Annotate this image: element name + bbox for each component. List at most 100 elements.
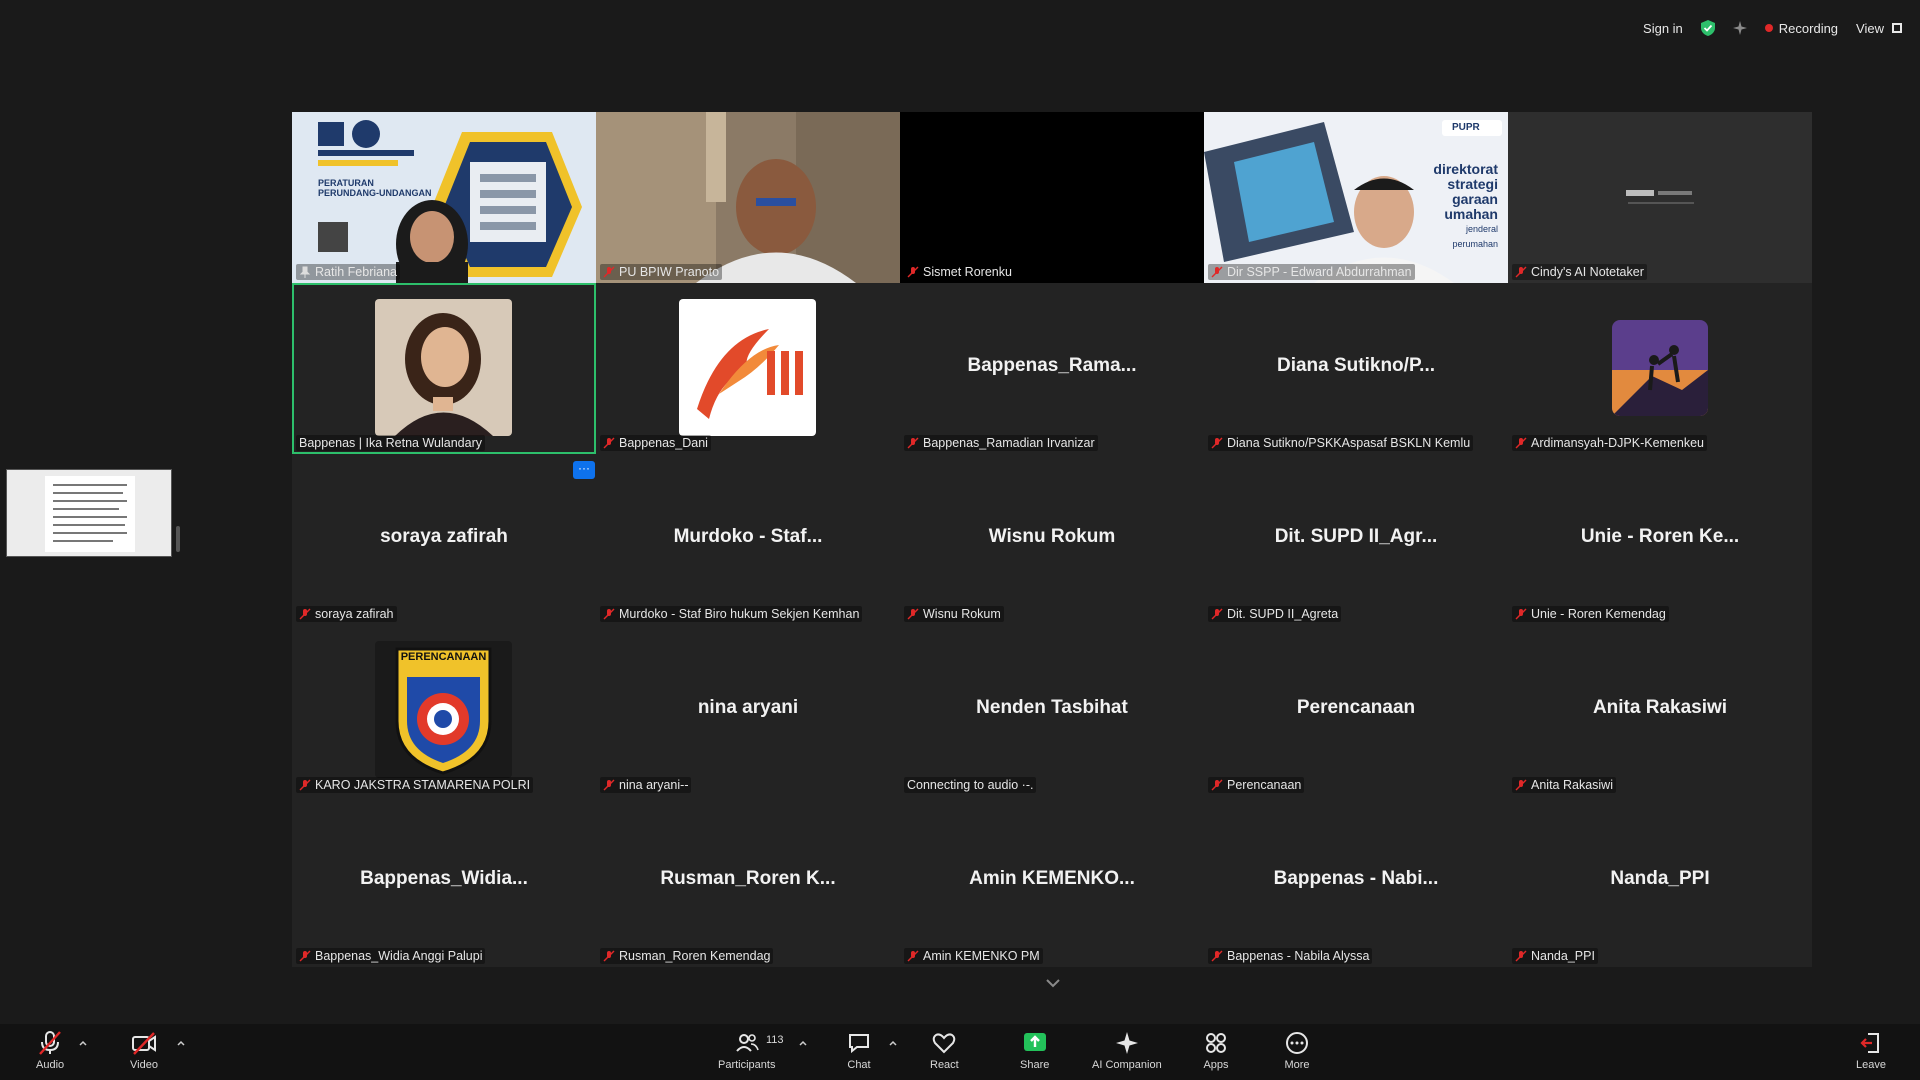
mic-muted-icon (1211, 950, 1223, 962)
pupr-badge: PUPR (1452, 122, 1480, 133)
participant-name: Cindy's AI Notetaker (1531, 265, 1644, 279)
participant-tile[interactable]: Ardimansyah-DJPK-Kemenkeu (1508, 283, 1812, 454)
participant-label: Murdoko - Staf Biro hukum Sekjen Kemhan (600, 606, 863, 622)
mic-muted-icon (1515, 266, 1527, 278)
meeting-toolbar: Audio Video Participants 113 Chat React … (0, 1024, 1920, 1080)
document-page (45, 476, 135, 552)
participant-name: soraya zafirah (315, 607, 394, 621)
mic-muted-icon (1211, 779, 1223, 791)
participant-name: Bappenas | Ika Retna Wulandary (299, 436, 482, 450)
pupr-line-6: perumahan (1452, 239, 1498, 249)
participant-tile[interactable]: Unie - Roren Ke... Unie - Roren Kemendag (1508, 454, 1812, 625)
mic-muted-icon (1515, 608, 1527, 620)
participant-tile[interactable]: PUPR direktorat strategi garaan umahan j… (1204, 112, 1508, 283)
participant-tile[interactable]: PERENCANAAN KARO JAKSTRA STAMARENA POLRI (292, 625, 596, 796)
react-label: React (930, 1059, 959, 1071)
participant-tile[interactable]: Sismet Rorenku (900, 112, 1204, 283)
audio-button[interactable]: Audio (36, 1030, 64, 1078)
sparkle-icon[interactable] (1732, 21, 1747, 35)
participant-tile[interactable]: Perencanaan Perencanaan (1204, 625, 1508, 796)
sign-in-link[interactable]: Sign in (1643, 21, 1683, 36)
slide-heading: PERATURAN PERUNDANG-UNDANGAN (318, 178, 432, 198)
chevron-up-icon[interactable] (78, 1038, 88, 1048)
share-label: Share (1020, 1059, 1050, 1071)
pupr-line-5: jenderal (1465, 224, 1498, 234)
participant-tile[interactable]: Nenden Tasbihat Connecting to audio ·-. (900, 625, 1204, 796)
chevron-down-icon[interactable] (1043, 976, 1063, 990)
mic-muted-icon (603, 608, 615, 620)
chevron-up-icon[interactable] (798, 1038, 808, 1048)
thumbnail-resize-handle[interactable] (176, 526, 180, 552)
recording-indicator[interactable]: Recording (1764, 20, 1839, 36)
view-button[interactable]: View (1856, 21, 1904, 36)
mic-muted-icon (1211, 608, 1223, 620)
participant-label: PU BPIW Pranoto (600, 264, 723, 280)
participant-tile[interactable]: Rusman_Roren K... Rusman_Roren Kemendag (596, 796, 900, 967)
participant-tile[interactable]: PU BPIW Pranoto (596, 112, 900, 283)
participant-tile[interactable]: Cindy's AI Notetaker (1508, 112, 1812, 283)
mic-muted-icon (907, 950, 919, 962)
share-button[interactable]: Share (1020, 1030, 1049, 1078)
mic-muted-icon (1211, 266, 1223, 278)
participant-tile-active-speaker[interactable]: Bappenas | Ika Retna Wulandary (292, 283, 596, 454)
participant-name: Perencanaan (1227, 778, 1302, 792)
more-button[interactable]: More (1284, 1030, 1310, 1078)
chevron-up-icon[interactable] (176, 1038, 186, 1048)
participant-label: Bappenas_Ramadian Irvanizar (904, 435, 1098, 451)
ai-companion-button[interactable]: AI Companion (1092, 1030, 1162, 1078)
recording-label: Recording (1778, 20, 1839, 36)
participant-label: Bappenas_Dani (600, 435, 711, 451)
participant-tile[interactable]: Dit. SUPD II_Agr... Dit. SUPD II_Agreta (1204, 454, 1508, 625)
participant-tile[interactable]: Amin KEMENKO... Amin KEMENKO PM (900, 796, 1204, 967)
participant-tile[interactable]: PERATURAN PERUNDANG-UNDANGAN Ratih Febri… (292, 112, 596, 283)
leave-icon (1860, 1033, 1879, 1053)
participant-tile[interactable]: Bappenas - Nabi... Bappenas - Nabila Aly… (1204, 796, 1508, 967)
participant-display-name: Dit. SUPD II_Agr... (1274, 526, 1438, 547)
participant-tile[interactable]: Diana Sutikno/P... Diana Sutikno/PSKKAsp… (1204, 283, 1508, 454)
participant-display-name: Unie - Roren Ke... (1580, 526, 1740, 547)
pupr-line-2: strategi (1447, 176, 1498, 192)
participant-tile[interactable]: Bappenas_Dani (596, 283, 900, 454)
chat-button[interactable]: Chat (846, 1030, 872, 1078)
audio-label: Audio (36, 1059, 65, 1071)
participant-label: Wisnu Rokum (904, 606, 1004, 622)
video-button[interactable]: Video (130, 1030, 158, 1078)
react-button[interactable]: React (930, 1030, 959, 1078)
participant-display-name: Bappenas_Widia... (360, 868, 528, 889)
pupr-line-4: umahan (1444, 206, 1498, 222)
participant-tile[interactable]: soraya zafirah soraya zafirah (292, 454, 596, 625)
chevron-up-icon[interactable] (888, 1038, 898, 1048)
participant-name: Wisnu Rokum (923, 607, 1001, 621)
profile-photo (1612, 320, 1708, 416)
mic-muted-icon (907, 266, 919, 278)
slide-line-1: PERATURAN (318, 178, 374, 188)
shield-icon[interactable] (1700, 20, 1715, 36)
participant-label: Perencanaan (1208, 777, 1305, 793)
pupr-line-3: garaan (1452, 191, 1498, 207)
participant-tile[interactable]: Wisnu Rokum Wisnu Rokum (900, 454, 1204, 625)
apps-button[interactable]: Apps (1203, 1030, 1229, 1078)
participant-name: Sismet Rorenku (923, 265, 1012, 279)
participant-label: Rusman_Roren Kemendag (600, 948, 774, 964)
participant-name: Unie - Roren Kemendag (1531, 607, 1666, 621)
share-screen-icon (1023, 1033, 1046, 1051)
leave-button[interactable]: Leave (1856, 1030, 1886, 1078)
participant-display-name: Nanda_PPI (1610, 868, 1710, 889)
participant-tile[interactable]: nina aryani nina aryani-- (596, 625, 900, 796)
participant-label: Ardimansyah-DJPK-Kemenkeu (1512, 435, 1707, 451)
shared-screen-thumbnail[interactable] (6, 469, 172, 557)
participant-name: Bappenas_Widia Anggi Palupi (315, 949, 483, 963)
tile-more-options-button[interactable]: ··· (573, 461, 595, 479)
participant-label: Bappenas_Widia Anggi Palupi (296, 948, 486, 964)
mic-muted-icon (299, 608, 311, 620)
participant-display-name: Anita Rakasiwi (1592, 697, 1728, 718)
participant-tile[interactable]: Bappenas_Rama... Bappenas_Ramadian Irvan… (900, 283, 1204, 454)
mic-muted-icon (603, 950, 615, 962)
participant-tile[interactable]: Murdoko - Staf... Murdoko - Staf Biro hu… (596, 454, 900, 625)
participant-tile[interactable]: Bappenas_Widia... Bappenas_Widia Anggi P… (292, 796, 596, 967)
participant-tile[interactable]: Nanda_PPI Nanda_PPI (1508, 796, 1812, 967)
mic-muted-icon (907, 608, 919, 620)
recording-dot-icon (1764, 24, 1773, 32)
participant-tile[interactable]: Anita Rakasiwi Anita Rakasiwi (1508, 625, 1812, 796)
participant-display-name: Amin KEMENKO... (969, 868, 1135, 889)
